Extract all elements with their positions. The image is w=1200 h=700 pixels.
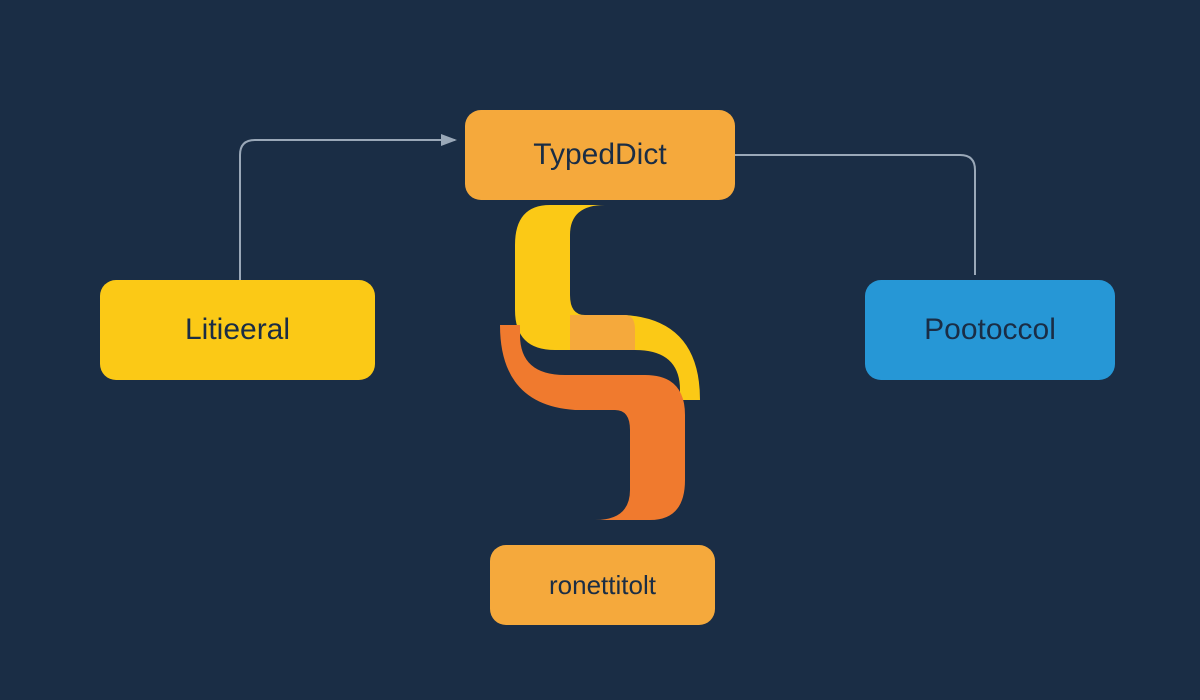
node-protocol: Pootoccol [865, 280, 1115, 380]
node-typeddict: TypedDict [465, 110, 735, 200]
node-protocol-label: Pootoccol [924, 313, 1056, 347]
python-logo [475, 200, 725, 525]
node-bottom-label: ronettitolt [549, 570, 656, 601]
connector-top-to-right [735, 155, 975, 275]
node-bottom: ronettitolt [490, 545, 715, 625]
connector-left-to-top [240, 140, 455, 280]
node-literal: Litieeral [100, 280, 375, 380]
node-typeddict-label: TypedDict [533, 138, 666, 172]
node-literal-label: Litieeral [185, 313, 290, 347]
